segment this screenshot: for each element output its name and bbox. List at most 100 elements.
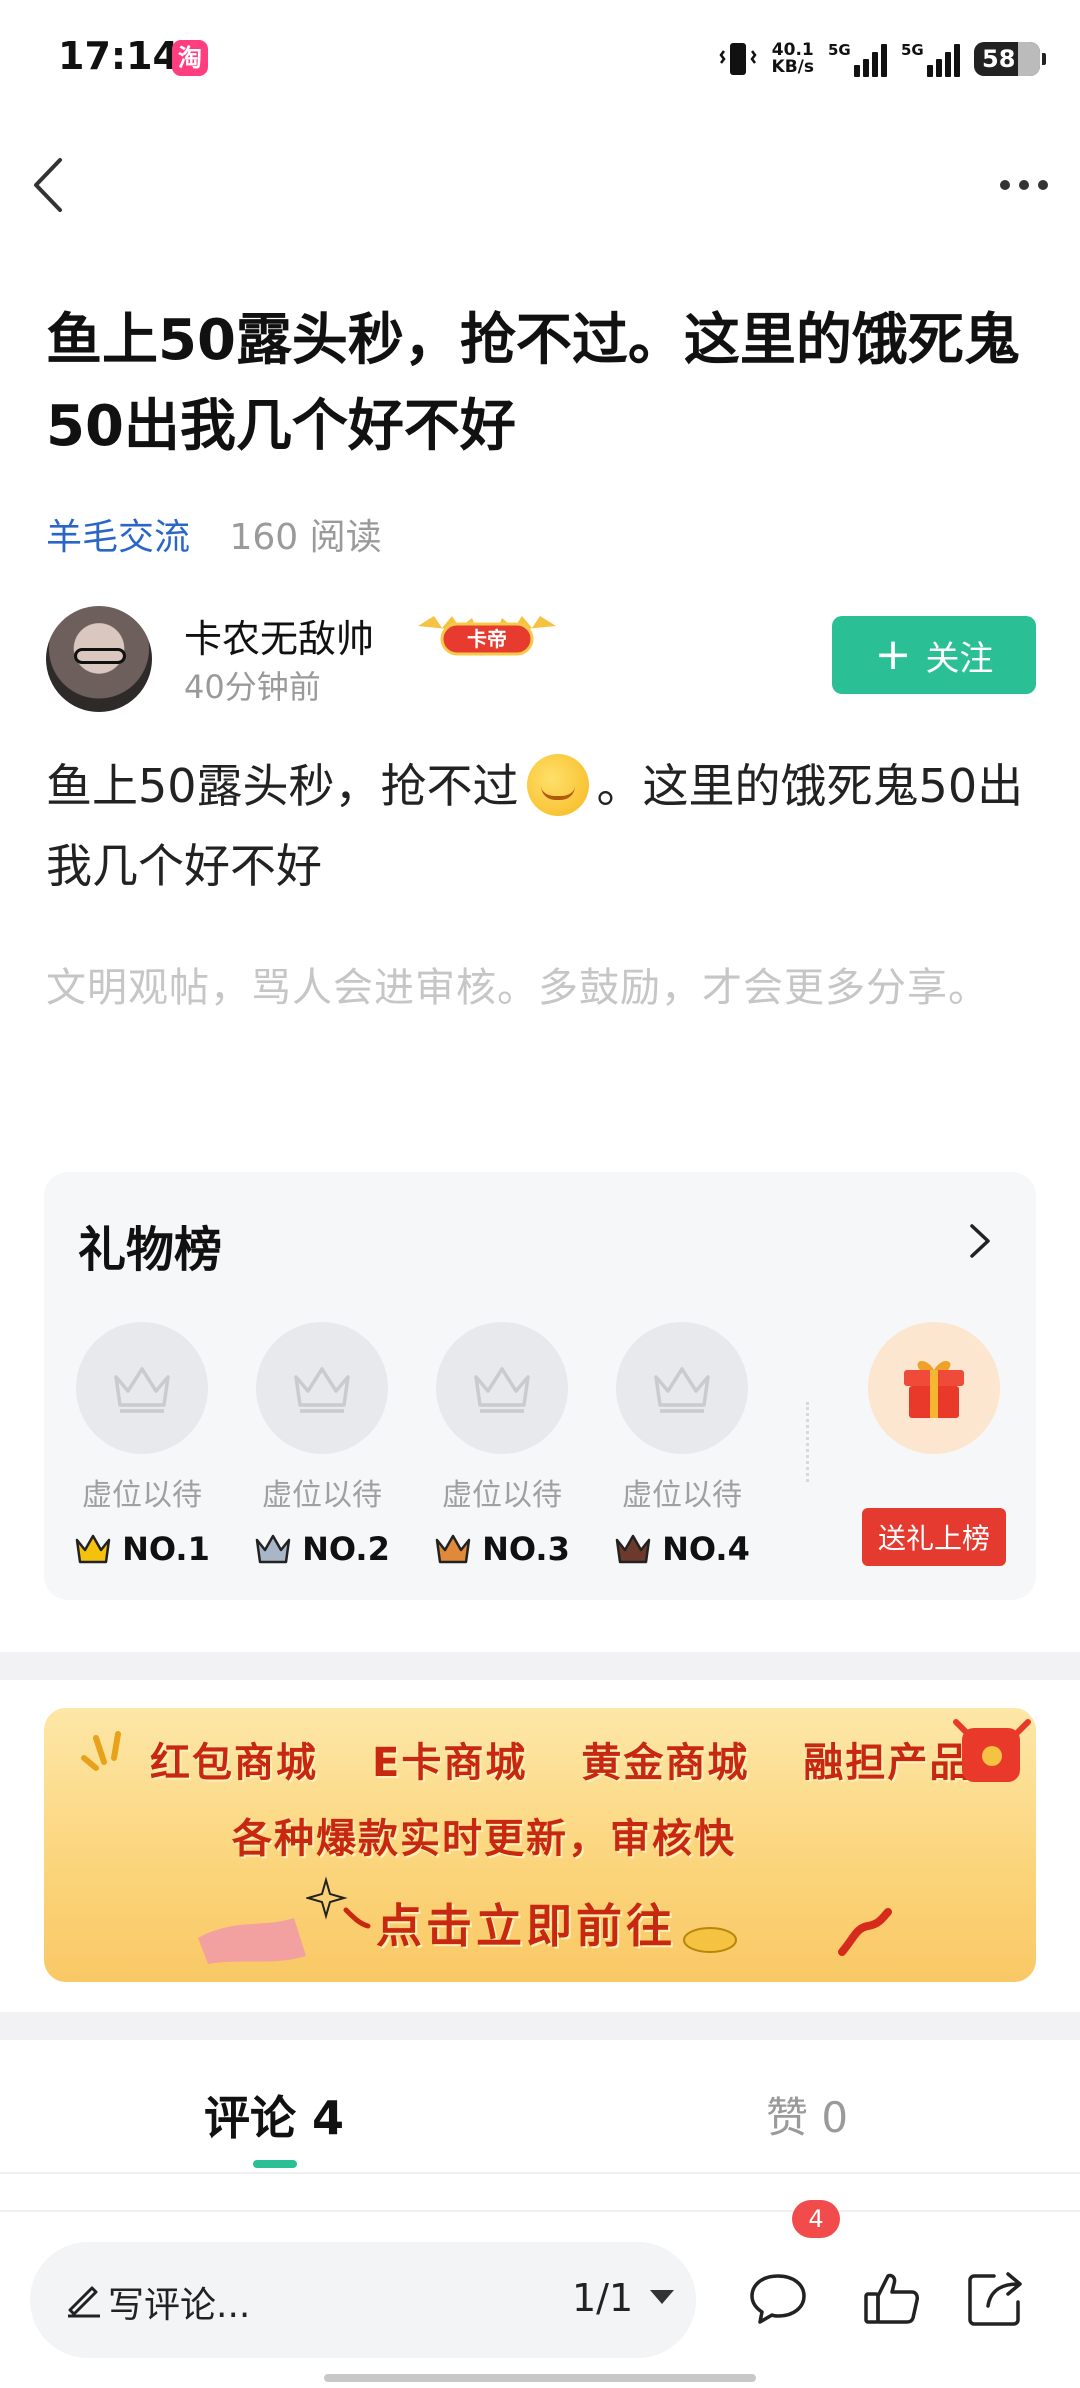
rank-text: NO.1 <box>122 1530 210 1568</box>
gift-slot-3[interactable]: 虚位以待 NO.3 <box>432 1322 572 1568</box>
ribbon-icon <box>198 1918 306 1964</box>
gold-coin-icon <box>683 1927 737 1953</box>
like-button[interactable] <box>860 2266 924 2330</box>
follow-label: 关注 <box>925 638 994 679</box>
smirk-emoji-icon <box>526 754 589 816</box>
rank-label: NO.3 <box>432 1530 572 1568</box>
red-mascot-icon <box>953 1719 1031 1782</box>
more-dot-icon <box>1038 180 1048 190</box>
chevron-right-icon[interactable] <box>960 1216 1000 1266</box>
rank-text: NO.2 <box>302 1530 390 1568</box>
civility-notice: 文明观帖，骂人会进审核。多鼓励，才会更多分享。 <box>46 965 989 1011</box>
banner-cta: 点击立即前往 <box>376 1899 676 1953</box>
comment-like-tabs: 评论 4 赞 0 <box>0 2036 1080 2174</box>
read-count: 160 阅读 <box>229 517 382 558</box>
rank-label: NO.4 <box>612 1530 752 1568</box>
gift-board: 礼物榜 虚位以待 NO.1 虚位以待 NO.2 虚位以待 NO.3 虚位以待 N… <box>44 1172 1036 1600</box>
bronze-crown-icon <box>435 1534 471 1564</box>
empty-seat-circle <box>616 1322 748 1454</box>
section-divider <box>0 1652 1080 1680</box>
signal-label-1: 5G <box>828 41 851 59</box>
empty-seat-circle <box>436 1322 568 1454</box>
star-sparkle-icon <box>306 1876 371 1929</box>
promo-banner[interactable]: 红包商城 E卡商城 黄金商城 融担产品 各种爆款实时更新，审核快 点击立即前往 <box>44 1708 1036 1982</box>
dark-crown-icon <box>615 1534 651 1564</box>
battery-level: 58 <box>982 45 1016 73</box>
page-indicator[interactable]: 1/1 <box>572 2276 633 2320</box>
banner-item-gold: 黄金商城 <box>581 1740 750 1786</box>
tab-comments[interactable]: 评论 4 <box>204 2082 344 2148</box>
empty-seat-circle <box>76 1322 208 1454</box>
gold-crown-icon <box>75 1534 111 1564</box>
taobao-app-icon: 淘 <box>172 40 208 76</box>
slot-placeholder: 虚位以待 <box>622 1478 742 1513</box>
silver-crown-icon <box>255 1534 291 1564</box>
post-body-text-1: 鱼上50露头秒，抢不过 <box>46 759 519 813</box>
more-dot-icon <box>1000 180 1010 190</box>
vibrate-icon <box>718 43 757 75</box>
crown-outline-icon <box>294 1367 350 1413</box>
crown-outline-icon <box>654 1367 710 1413</box>
post-body: 鱼上50露头秒，抢不过 。这里的饿死鬼50出我几个好不好 <box>46 746 1036 906</box>
signal-icon-2: 5G <box>901 41 960 77</box>
battery-icon: 58 <box>974 42 1046 76</box>
more-dot-icon <box>1019 180 1029 190</box>
separator <box>806 1402 809 1482</box>
banner-item-finance: 融担产品 <box>803 1740 972 1786</box>
comments-button[interactable] <box>746 2266 810 2330</box>
rank-label: NO.2 <box>252 1530 392 1568</box>
rank-label: NO.1 <box>72 1530 212 1568</box>
author-row: 卡农无敌帅 卡帝 40分钟前 + 关注 <box>46 606 1036 716</box>
pen-icon <box>68 2286 100 2318</box>
network-speed: 40.1 KB/s <box>772 42 814 76</box>
badge-text: 卡帝 <box>467 627 507 651</box>
comment-input[interactable]: 写评论... 1/1 <box>30 2242 696 2358</box>
back-arrow-icon <box>34 158 62 212</box>
home-indicator[interactable] <box>324 2374 756 2382</box>
slot-placeholder: 虚位以待 <box>262 1478 382 1513</box>
gift-box-icon <box>904 1360 964 1418</box>
follow-button[interactable]: + 关注 <box>832 616 1036 694</box>
thumbs-up-icon <box>864 2273 919 2324</box>
banner-item-redpacket: 红包商城 <box>150 1740 318 1786</box>
send-gift-button[interactable]: 送礼上榜 <box>862 1508 1006 1566</box>
gift-slot-1[interactable]: 虚位以待 NO.1 <box>72 1322 212 1568</box>
banner-item-ecard: E卡商城 <box>372 1740 528 1786</box>
banner-subtitle: 各种爆款实时更新，审核快 <box>232 1816 736 1862</box>
signal-label-2: 5G <box>901 41 924 59</box>
signal-icon-1: 5G <box>828 41 887 77</box>
chat-bubble-icon <box>750 2274 806 2324</box>
back-button[interactable] <box>22 150 82 220</box>
net-speed-unit: KB/s <box>771 57 814 77</box>
crown-outline-icon <box>474 1367 530 1413</box>
rank-text: NO.3 <box>482 1530 570 1568</box>
rank-text: NO.4 <box>662 1530 750 1568</box>
caret-down-icon[interactable] <box>650 2290 674 2304</box>
gift-slot-2[interactable]: 虚位以待 NO.2 <box>252 1322 392 1568</box>
post-meta: 羊毛交流 160 阅读 <box>46 508 382 560</box>
share-icon <box>968 2272 1022 2326</box>
status-time: 17:14 <box>58 34 179 78</box>
gift-slot-4[interactable]: 虚位以待 NO.4 <box>612 1322 752 1568</box>
level-badge-icon: 卡帝 <box>418 616 556 656</box>
author-name[interactable]: 卡农无敌帅 <box>184 608 374 663</box>
more-options-button[interactable] <box>994 168 1054 202</box>
avatar[interactable] <box>46 606 152 712</box>
share-button[interactable] <box>964 2266 1028 2330</box>
empty-seat-circle <box>256 1322 388 1454</box>
send-gift-icon-button[interactable] <box>868 1322 1000 1454</box>
red-ribbon-icon <box>838 1908 892 1956</box>
post-time: 40分钟前 <box>184 668 321 706</box>
crown-outline-icon <box>114 1367 170 1413</box>
comment-placeholder: 写评论... <box>108 2285 251 2326</box>
category-link[interactable]: 羊毛交流 <box>46 517 190 558</box>
gift-board-title: 礼物榜 <box>78 1222 223 1278</box>
plus-icon: + <box>874 629 912 680</box>
tab-likes[interactable]: 赞 0 <box>766 2084 848 2145</box>
banner-shop-list: 红包商城 E卡商城 黄金商城 融担产品 <box>150 1730 971 1788</box>
slot-placeholder: 虚位以待 <box>82 1478 202 1513</box>
active-tab-indicator <box>253 2160 297 2168</box>
bottom-action-bar: 写评论... 1/1 4 <box>0 2200 1080 2388</box>
status-bar: 17:14 淘 40.1 KB/s 5G 5G 58 <box>0 0 1080 116</box>
sparkle-lines-icon <box>81 1731 121 1771</box>
